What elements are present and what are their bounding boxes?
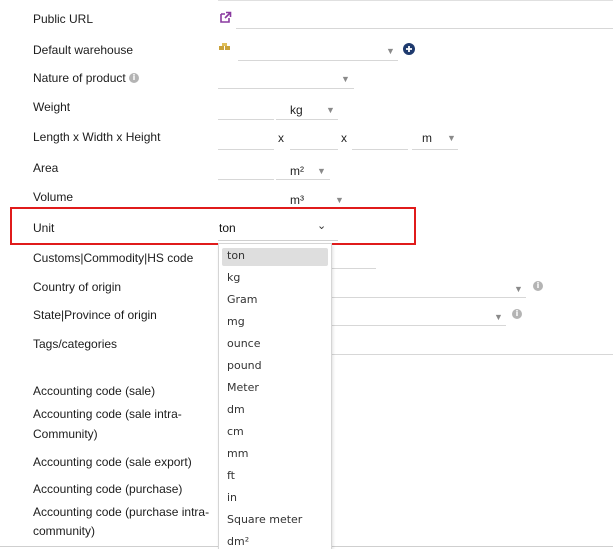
label-acc-sale: Accounting code (sale) <box>33 384 156 398</box>
label-acc-purchase-intra-line2: community) <box>33 524 96 538</box>
unit-option[interactable]: Square meter <box>227 513 302 527</box>
unit-option[interactable]: cm <box>227 425 244 439</box>
label-area: Area <box>33 161 59 175</box>
label-acc-sale-intra-line2: Community) <box>33 427 98 441</box>
label-acc-sale-intra: Accounting code (sale intra- <box>33 407 182 421</box>
unit-dropdown-list[interactable]: ton kg Gram mg ounce pound Meter dm cm m… <box>218 243 332 549</box>
label-customs-code: Customs|Commodity|HS code <box>33 251 194 265</box>
label-nature-of-product: Nature of product <box>33 71 126 85</box>
height-input[interactable] <box>352 149 408 150</box>
unit-option[interactable]: ft <box>227 469 235 483</box>
unit-option[interactable]: mg <box>227 315 245 329</box>
label-unit: Unit <box>33 221 55 235</box>
unit-option[interactable]: pound <box>227 359 262 373</box>
label-dimensions: Length x Width x Height <box>33 130 161 144</box>
unit-option[interactable]: in <box>227 491 237 505</box>
unit-option[interactable]: Gram <box>227 293 258 307</box>
unit-option[interactable]: Meter <box>227 381 259 395</box>
tags-input[interactable] <box>330 354 613 355</box>
label-acc-purchase-intra: Accounting code (purchase intra- <box>33 505 210 519</box>
country-of-origin-select[interactable] <box>330 297 526 298</box>
unit-option[interactable]: ton <box>227 249 245 263</box>
plus-circle-icon[interactable] <box>403 43 415 55</box>
nature-of-product-select[interactable] <box>218 88 354 89</box>
unit-select-value[interactable]: ton <box>219 221 236 235</box>
area-input[interactable] <box>218 179 274 180</box>
info-icon: i <box>512 309 522 319</box>
external-link-icon[interactable] <box>219 11 232 24</box>
dimension-unit-select[interactable] <box>412 149 458 150</box>
chevron-down-icon: ▼ <box>341 74 350 84</box>
volume-unit[interactable]: m³ <box>290 193 304 207</box>
unit-option[interactable]: mm <box>227 447 248 461</box>
chevron-down-icon[interactable]: ⌄ <box>317 219 326 232</box>
label-public-url: Public URL <box>33 12 94 26</box>
dimension-separator: x <box>341 131 347 145</box>
chevron-down-icon: ▼ <box>317 166 326 176</box>
label-weight: Weight <box>33 100 71 114</box>
info-icon: i <box>533 281 543 291</box>
unit-highlight-box <box>10 207 416 245</box>
weight-unit-select[interactable] <box>276 119 338 120</box>
unit-option[interactable]: kg <box>227 271 240 285</box>
warehouse-icon <box>219 43 230 50</box>
area-unit-select[interactable] <box>276 179 330 180</box>
width-input[interactable] <box>290 149 338 150</box>
default-warehouse-select[interactable] <box>238 60 398 61</box>
state-of-origin-select[interactable] <box>330 325 506 326</box>
label-country-of-origin: Country of origin <box>33 280 122 294</box>
label-state-of-origin: State|Province of origin <box>33 308 157 322</box>
unit-option[interactable]: dm <box>227 403 245 417</box>
weight-unit[interactable]: kg <box>290 103 303 117</box>
weight-input[interactable] <box>218 119 274 120</box>
label-tags: Tags/categories <box>33 337 118 351</box>
customs-code-input[interactable] <box>330 268 376 269</box>
chevron-down-icon: ▼ <box>447 133 456 143</box>
dimension-separator: x <box>278 131 284 145</box>
label-acc-sale-export: Accounting code (sale export) <box>33 455 192 469</box>
chevron-down-icon: ▼ <box>326 105 335 115</box>
area-unit[interactable]: m² <box>290 164 304 178</box>
dimension-unit[interactable]: m <box>422 131 432 145</box>
chevron-down-icon: ▼ <box>494 312 503 322</box>
public-url-input[interactable] <box>236 28 613 29</box>
top-divider <box>218 0 613 1</box>
label-default-warehouse: Default warehouse <box>33 43 134 57</box>
length-input[interactable] <box>218 149 274 150</box>
chevron-down-icon: ▼ <box>335 195 344 205</box>
info-icon: i <box>129 73 139 83</box>
unit-option[interactable]: ounce <box>227 337 261 351</box>
label-volume: Volume <box>33 190 74 204</box>
chevron-down-icon: ▼ <box>386 46 395 56</box>
label-acc-purchase: Accounting code (purchase) <box>33 482 183 496</box>
unit-option[interactable]: dm² <box>227 535 249 549</box>
chevron-down-icon: ▼ <box>514 284 523 294</box>
